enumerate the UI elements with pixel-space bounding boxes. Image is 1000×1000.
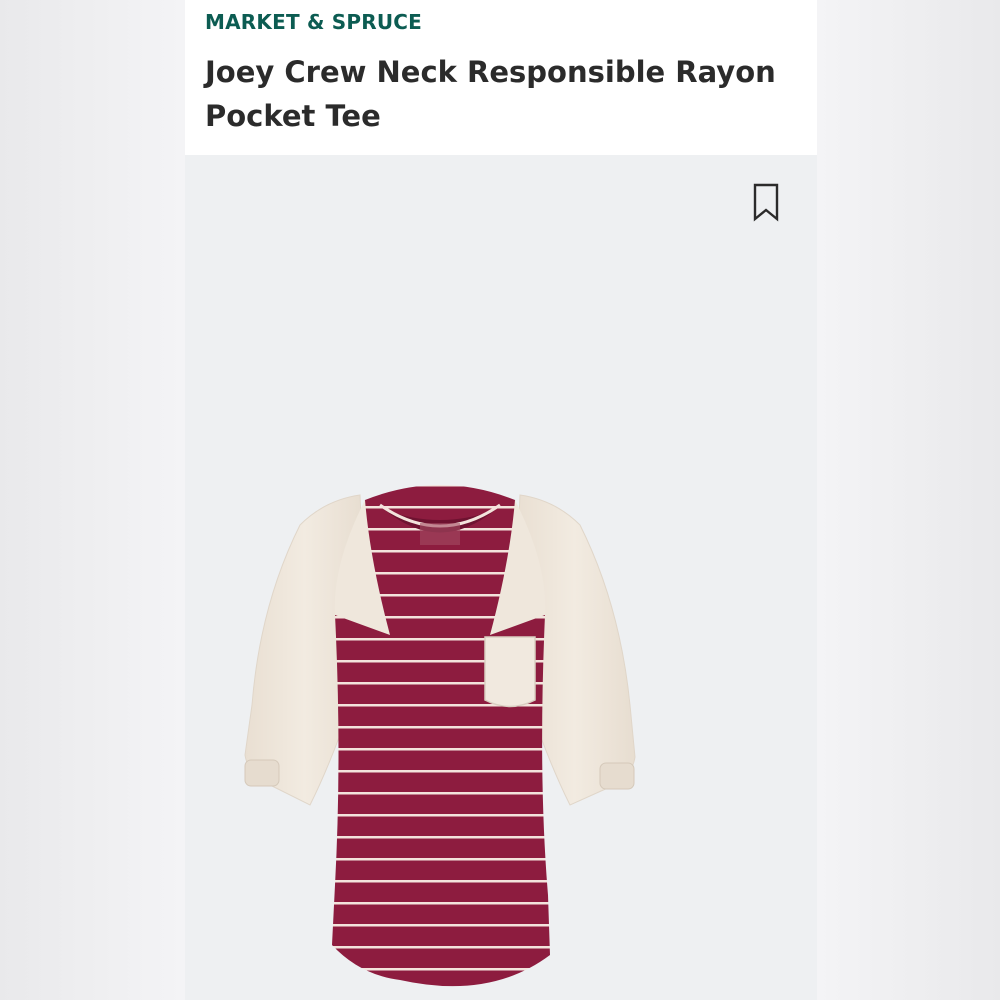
product-title: Joey Crew Neck Responsible Rayon Pocket … [205, 55, 776, 133]
product-card: MARKET & SPRUCE Joey Crew Neck Responsib… [185, 0, 817, 1000]
brand-name: MARKET & SPRUCE [205, 10, 422, 34]
product-header: MARKET & SPRUCE Joey Crew Neck Responsib… [185, 0, 817, 155]
bookmark-icon[interactable] [751, 183, 781, 223]
product-image-shirt [244, 485, 636, 987]
product-photo[interactable] [185, 155, 817, 1000]
